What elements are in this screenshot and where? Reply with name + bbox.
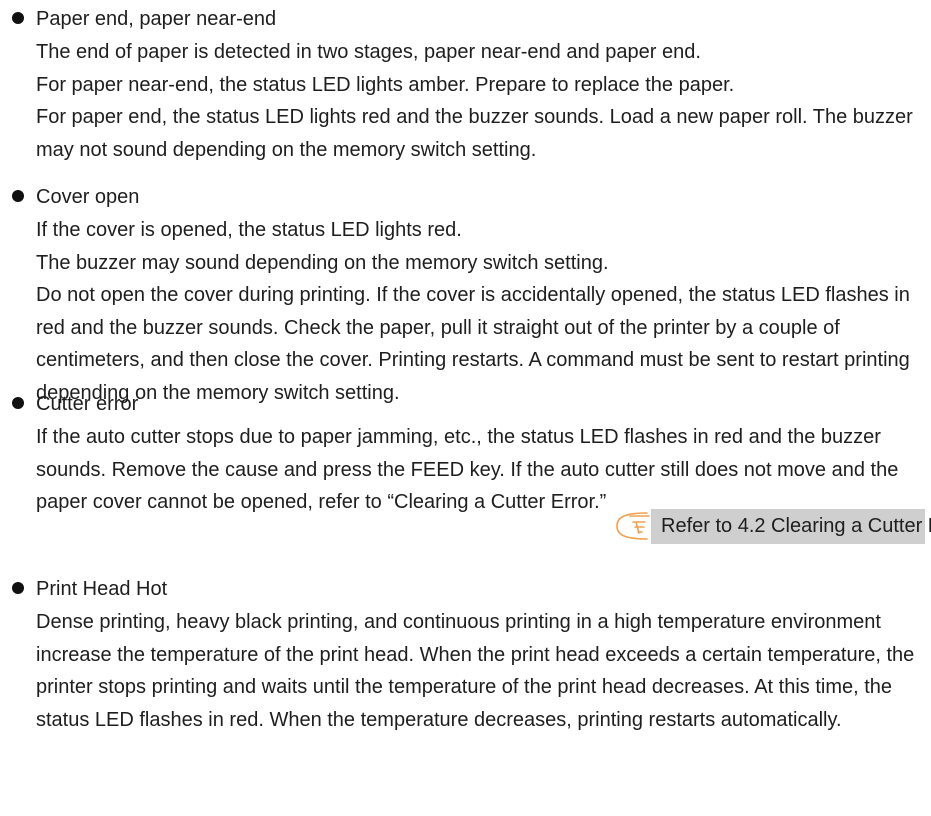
bullet-icon xyxy=(12,12,24,24)
item-text: The buzzer may sound depending on the me… xyxy=(36,251,609,274)
item-text: Dense printing, heavy black printing, an… xyxy=(36,611,915,731)
item-text: For paper end, the status LED lights red… xyxy=(36,106,913,161)
item-title: Paper end, paper near-end xyxy=(36,8,277,30)
item-text: For paper near-end, the status LED light… xyxy=(36,73,735,96)
bullet-icon xyxy=(12,190,24,202)
item-title: Print Head Hot xyxy=(36,578,168,600)
item-text: The end of paper is detected in two stag… xyxy=(36,41,701,63)
bullet-icon xyxy=(12,582,24,594)
item-text: If the cover is opened, the status LED l… xyxy=(36,219,462,241)
item-body: If the auto cutter stops due to paper ja… xyxy=(36,421,926,519)
item-title: Cover open xyxy=(36,186,140,208)
item-text: If the auto cutter stops due to paper ja… xyxy=(36,426,899,513)
reference-label-box: Refer to 4.2 Clearing a Cutter Error xyxy=(651,509,931,544)
item-body: If the cover is opened, the status LED l… xyxy=(36,214,926,409)
bullet-icon xyxy=(12,397,24,409)
reference-label: Refer to 4.2 Clearing a Cutter Error xyxy=(661,515,931,537)
pointing-hand-icon xyxy=(616,512,650,540)
manual-page: Paper end, paper near-end The end of pap… xyxy=(0,0,931,816)
item-body: The end of paper is detected in two stag… xyxy=(36,36,926,166)
item-text: Do not open the cover during printing. I… xyxy=(36,284,910,404)
item-title: Cutter error xyxy=(36,393,139,415)
reference-link[interactable]: Refer to 4.2 Clearing a Cutter Error xyxy=(611,506,931,546)
item-body: Dense printing, heavy black printing, an… xyxy=(36,606,926,736)
